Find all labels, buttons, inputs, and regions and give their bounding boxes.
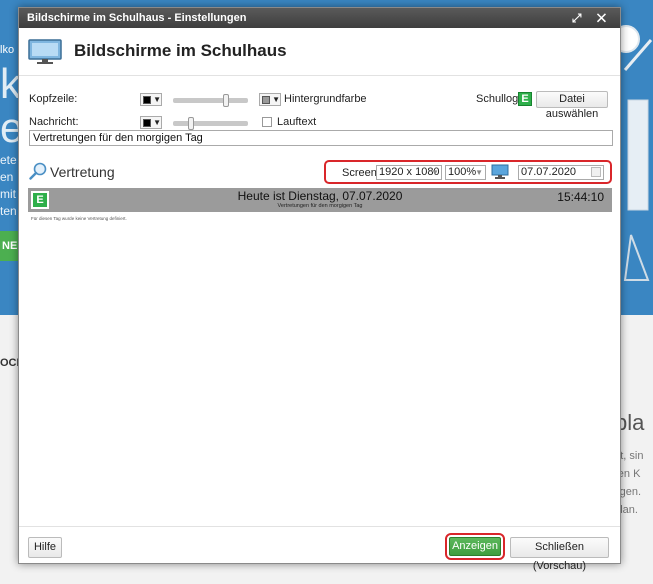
titlebar-buttons[interactable]: ⤢ ✕ xyxy=(572,8,612,28)
background-text: lko xyxy=(0,44,15,56)
decoration-icon xyxy=(623,39,653,281)
color-swatch xyxy=(143,118,152,127)
screen-label: Screen: xyxy=(342,167,380,179)
color-swatch xyxy=(262,95,271,104)
lauftext-label: Lauftext xyxy=(277,116,317,128)
view-label: Vertretung xyxy=(50,164,115,180)
view-toolbar: Vertretung Screen: 1920 x 1080 ▼ 100% ▼ … xyxy=(19,158,620,186)
nachricht-label: Nachricht: xyxy=(29,116,79,128)
dialog-title: Bildschirme im Schulhaus - Einstellungen xyxy=(27,12,247,24)
zoom-select[interactable]: 100% ▼ xyxy=(445,165,486,180)
preview-note: Für diesen Tag wurde keine Vertretung de… xyxy=(31,216,127,221)
kopfzeile-row: Kopfzeile: ▼ ▼ Hintergrundfarbe Schullog… xyxy=(19,91,620,120)
show-button-highlight: Anzeigen xyxy=(445,533,505,560)
help-button[interactable]: Hilfe xyxy=(28,537,62,558)
chevron-down-icon: ▼ xyxy=(475,168,483,177)
message-color-picker[interactable]: ▼ xyxy=(140,116,162,129)
dropdown-arrow-icon: ▼ xyxy=(153,118,161,127)
close-preview-button[interactable]: Schließen (Vorschau) xyxy=(510,537,609,572)
lauftext-checkbox[interactable] xyxy=(262,117,272,127)
dialog-titlebar[interactable]: Bildschirme im Schulhaus - Einstellungen… xyxy=(19,8,620,28)
monitor-icon[interactable] xyxy=(491,164,509,180)
preview-header-bar: E Heute ist Dienstag, 07.07.2020 Vertret… xyxy=(28,188,612,212)
dropdown-arrow-icon: ▼ xyxy=(153,95,161,104)
chevron-down-icon: ▼ xyxy=(431,168,439,177)
page-title: Bildschirme im Schulhaus xyxy=(74,41,287,60)
settings-dialog: Bildschirme im Schulhaus - Einstellungen… xyxy=(18,7,621,572)
kopfzeile-label: Kopfzeile: xyxy=(29,93,78,105)
preview-title: Heute ist Dienstag, 07.07.2020 xyxy=(237,189,403,203)
kopfzeile-slider[interactable] xyxy=(173,94,248,107)
screen-preview: E Heute ist Dienstag, 07.07.2020 Vertret… xyxy=(28,188,612,526)
school-logo-icon: E xyxy=(518,92,532,106)
preview-subtitle: Vertretungen für den morgigen Tag xyxy=(277,203,363,209)
background-text: ete en mit ten xyxy=(0,153,17,218)
dropdown-arrow-icon: ▼ xyxy=(272,95,280,104)
date-input[interactable]: 07.07.2020 xyxy=(518,165,604,180)
hintergrundfarbe-label: Hintergrundfarbe xyxy=(284,93,367,105)
nachricht-slider[interactable] xyxy=(173,117,248,130)
date-value: 07.07.2020 xyxy=(521,166,577,178)
screen-options-highlight: Screen: 1920 x 1080 ▼ 100% ▼ 07.07.2020 xyxy=(324,160,612,184)
background-button: NEN xyxy=(0,231,25,261)
resolution-select[interactable]: 1920 x 1080 ▼ xyxy=(376,165,442,180)
search-icon xyxy=(29,162,47,180)
choose-file-button[interactable]: Datei auswählen xyxy=(536,91,608,120)
header-bg-color-picker[interactable]: ▼ xyxy=(259,93,281,106)
preview-time: 15:44:10 xyxy=(557,190,604,204)
message-input[interactable]: Vertretungen für den morgigen Tag xyxy=(29,130,613,146)
zoom-value: 100% xyxy=(448,166,477,178)
slider-handle[interactable] xyxy=(188,117,194,130)
header-text-color-picker[interactable]: ▼ xyxy=(140,93,162,106)
show-button[interactable]: Anzeigen xyxy=(449,537,501,556)
dialog-footer: Hilfe Anzeigen Schließen (Vorschau) xyxy=(19,526,620,572)
color-swatch xyxy=(143,95,152,104)
dialog-header: Bildschirme im Schulhaus xyxy=(19,28,620,76)
monitor-icon xyxy=(28,39,62,64)
slider-handle[interactable] xyxy=(223,94,229,107)
calendar-icon[interactable] xyxy=(591,167,601,177)
